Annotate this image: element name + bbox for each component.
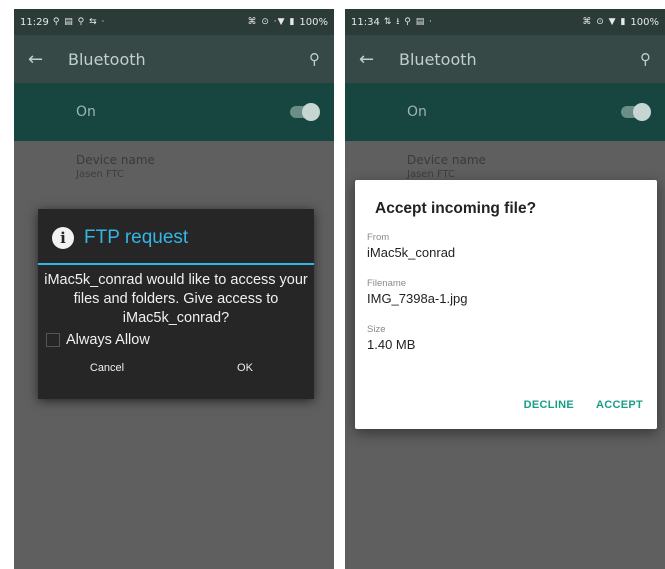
checkbox-box[interactable] <box>46 333 60 347</box>
system-status-icons: ⌘ ⊙ ▼ ▮ <box>582 17 627 27</box>
device-name-label: Device name <box>76 153 155 167</box>
ftp-request-dialog: i FTP request iMac5k_conrad would like t… <box>38 209 314 399</box>
page-title: Bluetooth <box>399 49 477 69</box>
accept-file-dialog: Accept incoming file? From iMac5k_conrad… <box>355 180 657 429</box>
from-label: From <box>367 232 390 243</box>
bluetooth-switch[interactable] <box>621 103 651 121</box>
device-name-row[interactable]: Device name Jasen FTC <box>345 141 665 180</box>
device-name-value: Jasen FTC <box>76 169 125 180</box>
bluetooth-switch[interactable] <box>290 103 320 121</box>
left-screen: 11:29 ⚲ ▤ ⚲ ⇆ · ⌘ ⊙ ·▼ ▮ 100% ← Bluetoot… <box>14 9 334 569</box>
from-field: From iMac5k_conrad <box>355 232 657 260</box>
device-name-row[interactable]: Device name Jasen FTC <box>14 141 334 180</box>
notification-icons: ⚲ ▤ ⚲ ⇆ · <box>52 17 106 27</box>
battery-percent: 100% <box>299 16 328 28</box>
dialog-title: Accept incoming file? <box>375 200 537 217</box>
status-bar: 11:29 ⚲ ▤ ⚲ ⇆ · ⌘ ⊙ ·▼ ▮ 100% <box>14 9 334 35</box>
bluetooth-toggle-row[interactable]: On <box>345 83 665 141</box>
page-title: Bluetooth <box>68 49 146 69</box>
system-status-icons: ⌘ ⊙ ·▼ ▮ <box>247 17 296 27</box>
search-icon[interactable]: ⚲ <box>309 50 320 68</box>
bluetooth-toggle-row[interactable]: On <box>14 83 334 141</box>
dialog-buttons: Cancel OK <box>38 348 314 374</box>
ok-button[interactable]: OK <box>200 362 290 374</box>
size-label: Size <box>367 324 386 335</box>
status-bar: 11:34 ⇅ ⭳ ⚲ ▤ · ⌘ ⊙ ▼ ▮ 100% <box>345 9 665 35</box>
dialog-header: i FTP request <box>38 209 314 251</box>
cancel-button[interactable]: Cancel <box>62 362 152 374</box>
notification-icons: ⇅ ⭳ ⚲ ▤ · <box>383 17 433 27</box>
device-name-value: Jasen FTC <box>407 169 456 180</box>
dialog-buttons: DECLINE ACCEPT <box>524 399 643 411</box>
always-allow-checkbox[interactable]: Always Allow <box>38 328 314 348</box>
search-icon[interactable]: ⚲ <box>640 50 651 68</box>
decline-button[interactable]: DECLINE <box>524 399 574 411</box>
checkbox-label: Always Allow <box>66 332 150 348</box>
switch-thumb <box>302 103 320 121</box>
filename-label: Filename <box>367 278 407 289</box>
size-value: 1.40 MB <box>367 337 416 352</box>
dialog-message: iMac5k_conrad would like to access your … <box>44 272 308 326</box>
dialog-title: FTP request <box>84 227 189 248</box>
device-name-label: Device name <box>407 153 486 167</box>
toggle-label: On <box>76 104 96 120</box>
info-icon: i <box>52 227 74 249</box>
app-bar: ← Bluetooth ⚲ <box>14 35 334 83</box>
back-arrow-icon[interactable]: ← <box>28 49 68 70</box>
toggle-label: On <box>407 104 427 120</box>
status-time: 11:34 <box>351 16 380 28</box>
accept-button[interactable]: ACCEPT <box>596 399 643 411</box>
filename-value: IMG_7398a-1.jpg <box>367 291 468 306</box>
battery-percent: 100% <box>630 16 659 28</box>
switch-thumb <box>633 103 651 121</box>
app-bar: ← Bluetooth ⚲ <box>345 35 665 83</box>
status-time: 11:29 <box>20 16 49 28</box>
from-value: iMac5k_conrad <box>367 245 456 260</box>
right-screen: 11:34 ⇅ ⭳ ⚲ ▤ · ⌘ ⊙ ▼ ▮ 100% ← Bluetooth… <box>345 9 665 569</box>
back-arrow-icon[interactable]: ← <box>359 49 399 70</box>
filename-field: Filename IMG_7398a-1.jpg <box>355 278 657 306</box>
size-field: Size 1.40 MB <box>355 324 657 352</box>
